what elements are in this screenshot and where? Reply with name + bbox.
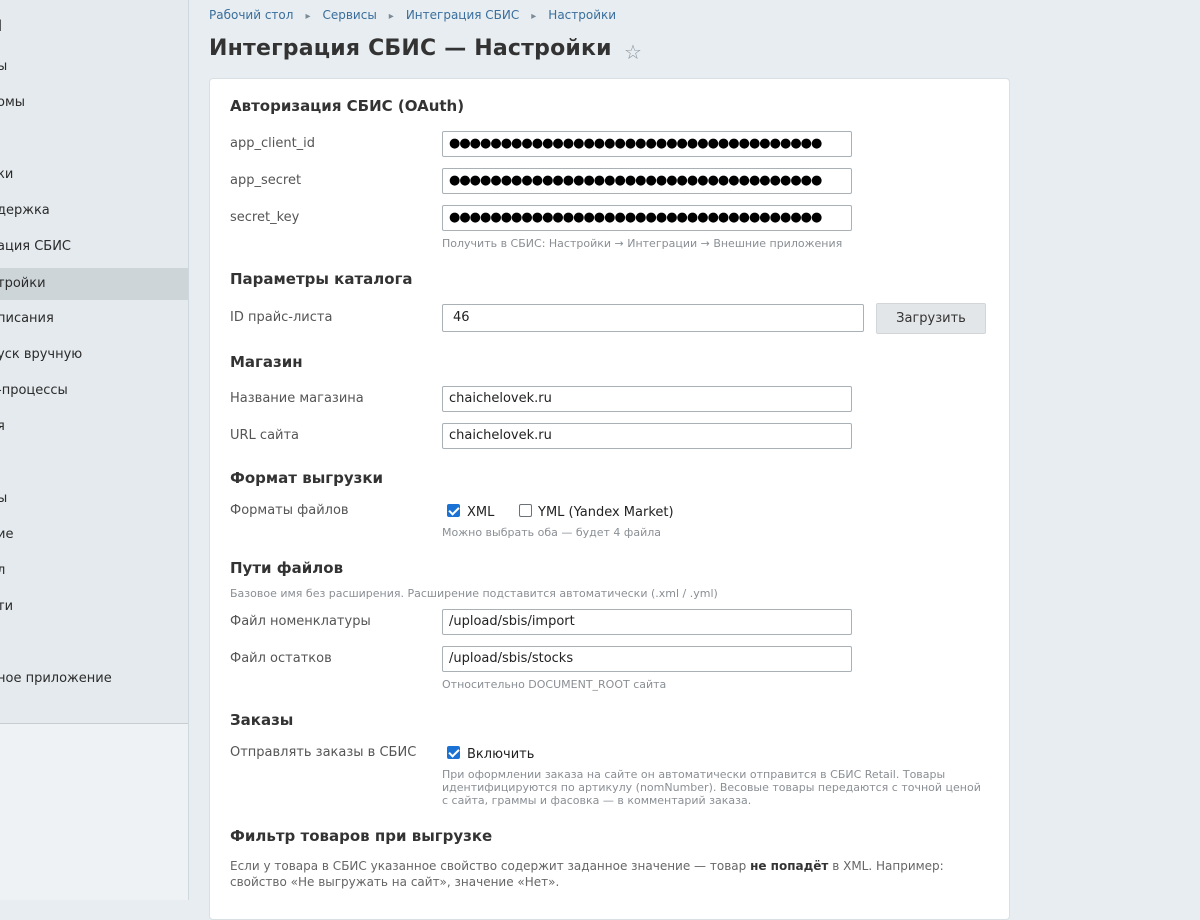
sidebar-item-label: я xyxy=(0,411,188,443)
xml-checkbox[interactable] xyxy=(447,504,460,517)
sidebar-item-13[interactable]: ие xyxy=(0,519,188,551)
sidebar-item-0[interactable]: l xyxy=(0,10,188,42)
stocks-file-label: Файл остатков xyxy=(230,651,332,666)
site-url-label: URL сайта xyxy=(230,428,300,443)
site-url-input[interactable]: chaichelovek.ru xyxy=(442,423,852,449)
price-list-label: ID прайс-листа xyxy=(230,310,333,325)
sidebar-item-support[interactable]: держка xyxy=(0,195,188,227)
client-id-input[interactable]: ●●●●●●●●●●●●●●●●●●●●●●●●●●●●●●●●●●●● xyxy=(442,131,852,157)
sidebar-item-label: ы xyxy=(0,483,188,515)
send-orders-checkbox[interactable] xyxy=(447,746,460,759)
sidebar: l ы омы ı ки держка ация СБИС тройки пис… xyxy=(0,0,189,900)
sidebar-item-label: уск вручную xyxy=(0,347,83,362)
sidebar-item-processes[interactable]: -процессы xyxy=(0,375,188,407)
sidebar-item-14[interactable]: л xyxy=(0,555,188,587)
sidebar-item-label: ие xyxy=(0,527,14,542)
xml-checkbox-label[interactable]: XML xyxy=(467,505,494,520)
sidebar-item-label: тройки xyxy=(0,276,46,291)
sidebar-item-label: держка xyxy=(0,203,50,218)
star-icon[interactable]: ☆ xyxy=(624,40,642,64)
sidebar-item-label: ы xyxy=(0,51,188,83)
client-id-label: app_client_id xyxy=(230,136,316,151)
sidebar-footer xyxy=(0,724,188,900)
file-formats-label: Форматы файлов xyxy=(230,503,349,518)
send-orders-label: Отправлять заказы в СБИС xyxy=(230,745,417,760)
sidebar-item-11[interactable]: я xyxy=(0,411,188,443)
chevron-right-icon: ▸ xyxy=(305,11,311,22)
shop-name-input[interactable]: chaichelovek.ru xyxy=(442,386,852,412)
sidebar-item-label: ация СБИС xyxy=(0,239,72,254)
breadcrumb-link-desktop[interactable]: Рабочий стол xyxy=(209,8,293,22)
stocks-file-input[interactable]: /upload/sbis/stocks xyxy=(442,646,852,672)
filter-description: Если у товара в СБИС указанное свойство … xyxy=(230,858,990,890)
sidebar-item-label: l xyxy=(0,10,188,42)
sidebar-item-2[interactable]: омы xyxy=(0,87,188,119)
app-secret-input[interactable]: ●●●●●●●●●●●●●●●●●●●●●●●●●●●●●●●●●●●● xyxy=(442,168,852,194)
send-orders-checkbox-label[interactable]: Включить xyxy=(467,747,534,762)
sidebar-item-sbis-integration[interactable]: ация СБИС xyxy=(0,231,188,263)
filter-desc-emphasis: не попадёт xyxy=(750,859,829,873)
breadcrumb: Рабочий стол ▸ Сервисы ▸ Интеграция СБИС ▸ Нас… xyxy=(209,8,616,22)
shop-name-label: Название магазина xyxy=(230,391,364,406)
nomenclature-file-input[interactable]: /upload/sbis/import xyxy=(442,609,852,635)
breadcrumb-link-services[interactable]: Сервисы xyxy=(322,8,376,22)
breadcrumb-link-sbis[interactable]: Интеграция СБИС xyxy=(406,8,519,22)
app-secret-label: app_secret xyxy=(230,173,302,188)
sidebar-item-manual-run[interactable]: уск вручную xyxy=(0,339,188,371)
section-title-shop: Магазин xyxy=(230,353,303,371)
section-title-auth: Авторизация СБИС (OAuth) xyxy=(230,97,465,115)
yml-checkbox-label[interactable]: YML (Yandex Market) xyxy=(538,505,674,520)
sidebar-item-12[interactable]: ы xyxy=(0,483,188,515)
sidebar-item-label: омы xyxy=(0,95,26,110)
section-title-catalog: Параметры каталога xyxy=(230,270,413,288)
sidebar-item-label: л xyxy=(0,555,188,587)
secret-key-input[interactable]: ●●●●●●●●●●●●●●●●●●●●●●●●●●●●●●●●●●●● xyxy=(442,205,852,231)
paths-hint-top: Базовое имя без расширения. Расширение п… xyxy=(230,587,718,600)
sidebar-item-settings[interactable]: тройки xyxy=(0,268,188,300)
nomenclature-file-label: Файл номенклатуры xyxy=(230,614,371,629)
filter-desc-text: Если у товара в СБИС указанное свойство … xyxy=(230,859,751,873)
sidebar-item-mobile-app[interactable]: ное приложение xyxy=(0,663,188,695)
section-title-export-format: Формат выгрузки xyxy=(230,469,384,487)
price-list-input[interactable]: 46 xyxy=(442,304,864,332)
page-title: Интеграция СБИС — Настройки xyxy=(209,36,612,61)
orders-hint: При оформлении заказа на сайте он автома… xyxy=(442,768,981,807)
section-title-filter: Фильтр товаров при выгрузке xyxy=(230,827,493,845)
paths-hint-bottom: Относительно DOCUMENT_ROOT сайта xyxy=(442,678,667,691)
sidebar-item-label: писания xyxy=(0,311,54,326)
auth-hint: Получить в СБИС: Настройки → Интеграции … xyxy=(442,237,843,250)
sidebar-item-3[interactable]: ı xyxy=(0,123,188,155)
section-title-orders: Заказы xyxy=(230,711,294,729)
chevron-right-icon: ▸ xyxy=(388,11,394,22)
yml-checkbox[interactable] xyxy=(519,504,532,517)
sidebar-item-label: ı xyxy=(0,123,188,155)
sidebar-item-4[interactable]: ки xyxy=(0,159,188,191)
sidebar-item-label: ти xyxy=(0,599,14,614)
sidebar-item-label: -процессы xyxy=(0,383,68,398)
sidebar-item-schedules[interactable]: писания xyxy=(0,303,188,335)
settings-form: Авторизация СБИС (OAuth) app_client_id ●… xyxy=(209,78,1010,920)
load-button[interactable]: Загрузить xyxy=(876,303,986,334)
breadcrumb-link-settings[interactable]: Настройки xyxy=(548,8,616,22)
section-title-paths: Пути файлов xyxy=(230,559,344,577)
sidebar-item-1[interactable]: ы xyxy=(0,51,188,83)
chevron-right-icon: ▸ xyxy=(531,11,537,22)
sidebar-item-label: ки xyxy=(0,167,14,182)
secret-key-label: secret_key xyxy=(230,210,300,225)
sidebar-item-15[interactable]: ти xyxy=(0,591,188,623)
export-format-hint: Можно выбрать оба — будет 4 файла xyxy=(442,526,661,539)
sidebar-item-label: ное приложение xyxy=(0,671,112,686)
